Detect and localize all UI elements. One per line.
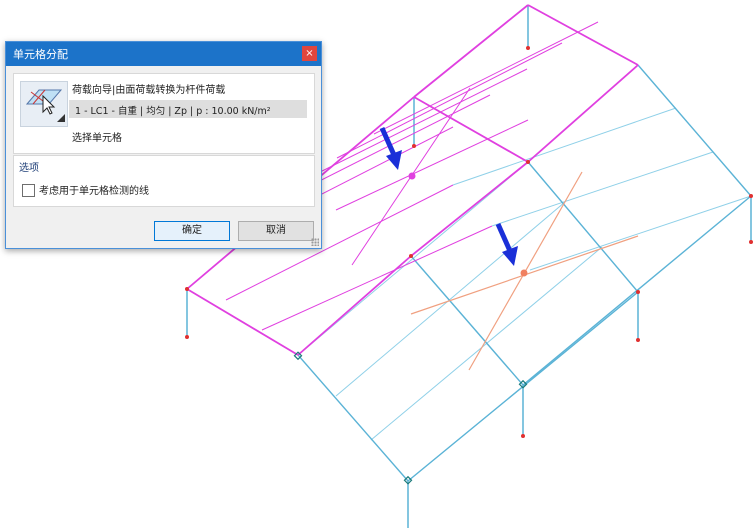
dialog-title: 单元格分配 bbox=[13, 48, 68, 61]
consider-lines-label[interactable]: 考虑用于单元格检测的线 bbox=[39, 182, 149, 197]
selected-cell-center[interactable] bbox=[408, 172, 416, 180]
loaded-cell-center[interactable] bbox=[520, 269, 528, 277]
selection-panel: 荷载向导|由面荷载转换为杆件荷载 1 - LC1 - 自重 | 均匀 | Zp … bbox=[13, 73, 315, 154]
options-panel: 选项 考虑用于单元格检测的线 bbox=[13, 155, 315, 207]
resize-grip-icon[interactable] bbox=[311, 238, 319, 246]
cancel-button[interactable]: 取消 bbox=[238, 221, 314, 241]
close-button[interactable]: × bbox=[302, 46, 317, 61]
load-wizard-label: 荷载向导|由面荷载转换为杆件荷载 bbox=[72, 85, 226, 96]
options-title: 选项 bbox=[19, 163, 39, 174]
dialog-titlebar[interactable]: 单元格分配 × bbox=[6, 42, 321, 66]
cell-select-icon[interactable] bbox=[20, 81, 68, 127]
consider-lines-checkbox[interactable] bbox=[22, 184, 35, 197]
support-markers bbox=[293, 351, 528, 485]
cell-assignment-dialog: 单元格分配 × 荷载向导|由面荷载转换为杆件荷载 1 - LC1 - 自重 | … bbox=[5, 41, 322, 249]
load-case-field: 1 - LC1 - 自重 | 均匀 | Zp | p : 10.00 kN/m² bbox=[69, 100, 307, 118]
pointer-arrow-icon bbox=[379, 126, 402, 170]
load-case-text: 1 - LC1 - 自重 | 均匀 | Zp | p : 10.00 kN/m² bbox=[75, 106, 271, 117]
ok-button[interactable]: 确定 bbox=[154, 221, 230, 241]
select-cells-label: 选择单元格 bbox=[72, 133, 122, 144]
